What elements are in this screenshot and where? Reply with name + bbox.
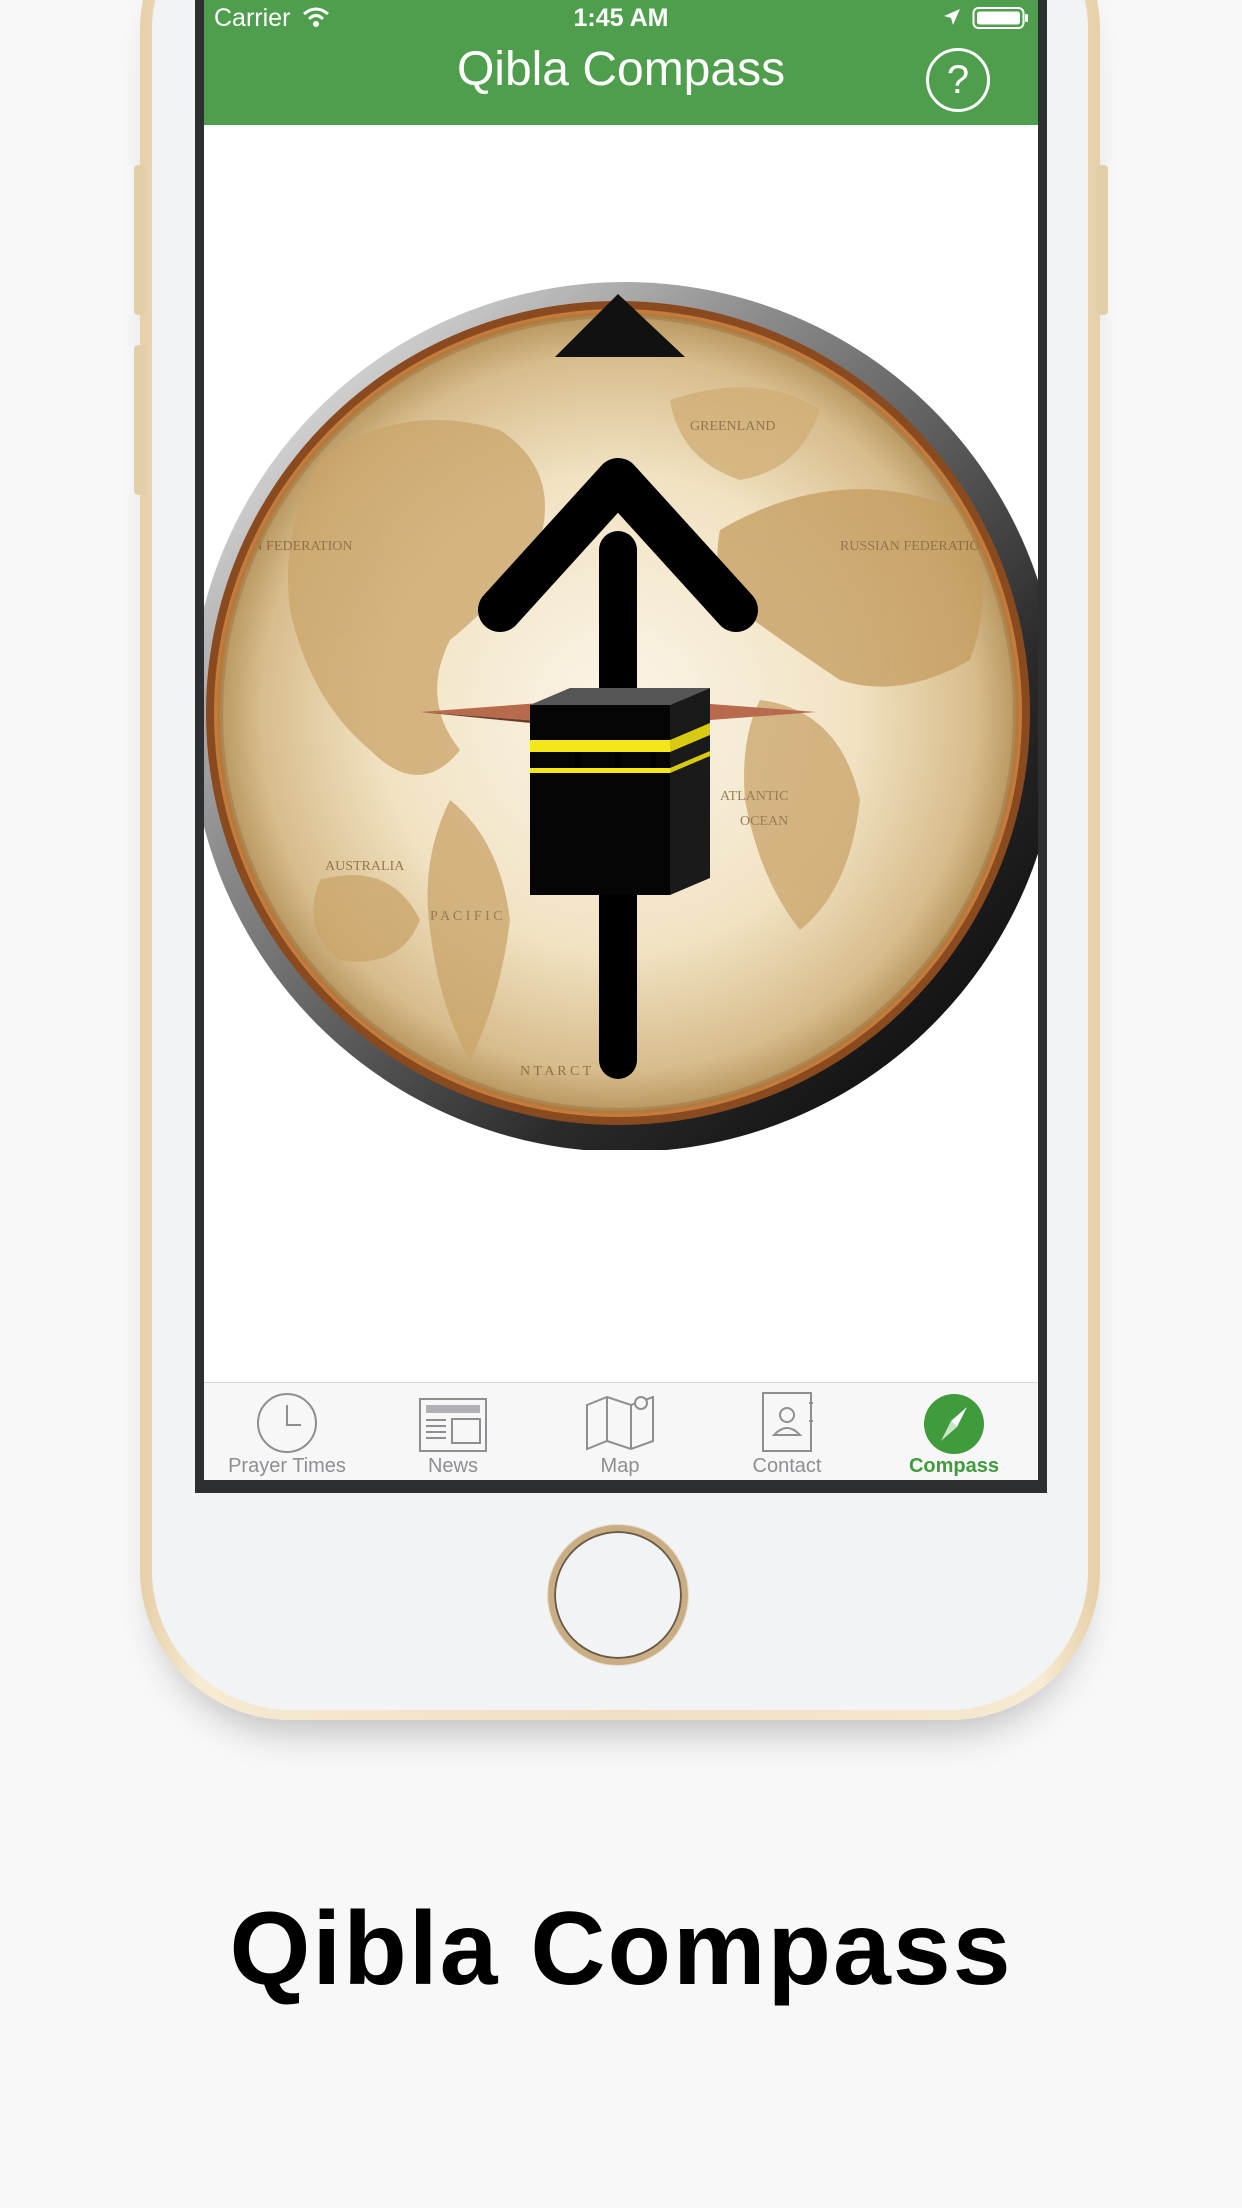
tab-compass[interactable]: Compass xyxy=(871,1383,1037,1480)
compass-dial: GREENLAND RUSSIAN FEDERATION SIAN FEDERA… xyxy=(204,282,1038,1152)
location-arrow-icon xyxy=(944,9,960,25)
side-button xyxy=(134,345,146,495)
tab-label: Compass xyxy=(908,1455,1000,1477)
page-title: Qibla Compass xyxy=(456,43,786,96)
tab-map[interactable]: Map xyxy=(537,1383,703,1480)
phone-screen: Carrier 1:45 AM Qibla Compass ? GREENLAN… xyxy=(204,0,1038,1480)
tab-label: Contact xyxy=(752,1455,822,1477)
tab-bar: Prayer Times News Map Contact Compass xyxy=(204,1382,1038,1480)
tab-label: Map xyxy=(600,1455,640,1477)
contact-book-icon xyxy=(762,1392,813,1452)
kaaba-icon xyxy=(530,688,710,895)
map-label: OCEAN xyxy=(740,814,788,829)
battery-icon xyxy=(972,7,1028,29)
map-icon xyxy=(586,1395,654,1451)
qibla-compass: GREENLAND RUSSIAN FEDERATION SIAN FEDERA… xyxy=(204,280,1038,1152)
map-label: AUSTRALIA xyxy=(325,859,405,874)
newspaper-icon xyxy=(419,1398,487,1452)
map-label: RUSSIAN FEDERATION xyxy=(840,539,990,554)
compass-icon xyxy=(924,1394,984,1454)
tab-label: News xyxy=(427,1455,478,1477)
tab-label: Prayer Times xyxy=(228,1455,346,1477)
clock-icon xyxy=(257,1393,317,1453)
map-label: ATLANTIC xyxy=(720,789,788,804)
help-button[interactable]: ? xyxy=(926,48,990,112)
tab-contact[interactable]: Contact xyxy=(704,1383,870,1480)
side-button xyxy=(134,165,146,315)
home-button[interactable] xyxy=(548,1525,688,1665)
tab-prayer-times[interactable]: Prayer Times xyxy=(204,1383,370,1480)
map-label: P A C I F I C xyxy=(430,909,503,924)
map-label: GREENLAND xyxy=(690,419,776,434)
question-mark-icon: ? xyxy=(946,57,970,102)
nav-bar: Carrier 1:45 AM Qibla Compass ? xyxy=(204,0,1038,125)
promo-title: Qibla Compass xyxy=(229,1891,1013,2007)
status-time: 1:45 AM xyxy=(573,4,669,32)
map-label: N T A R C T xyxy=(520,1064,592,1079)
power-button xyxy=(1096,165,1108,315)
tab-news[interactable]: News xyxy=(370,1383,536,1480)
